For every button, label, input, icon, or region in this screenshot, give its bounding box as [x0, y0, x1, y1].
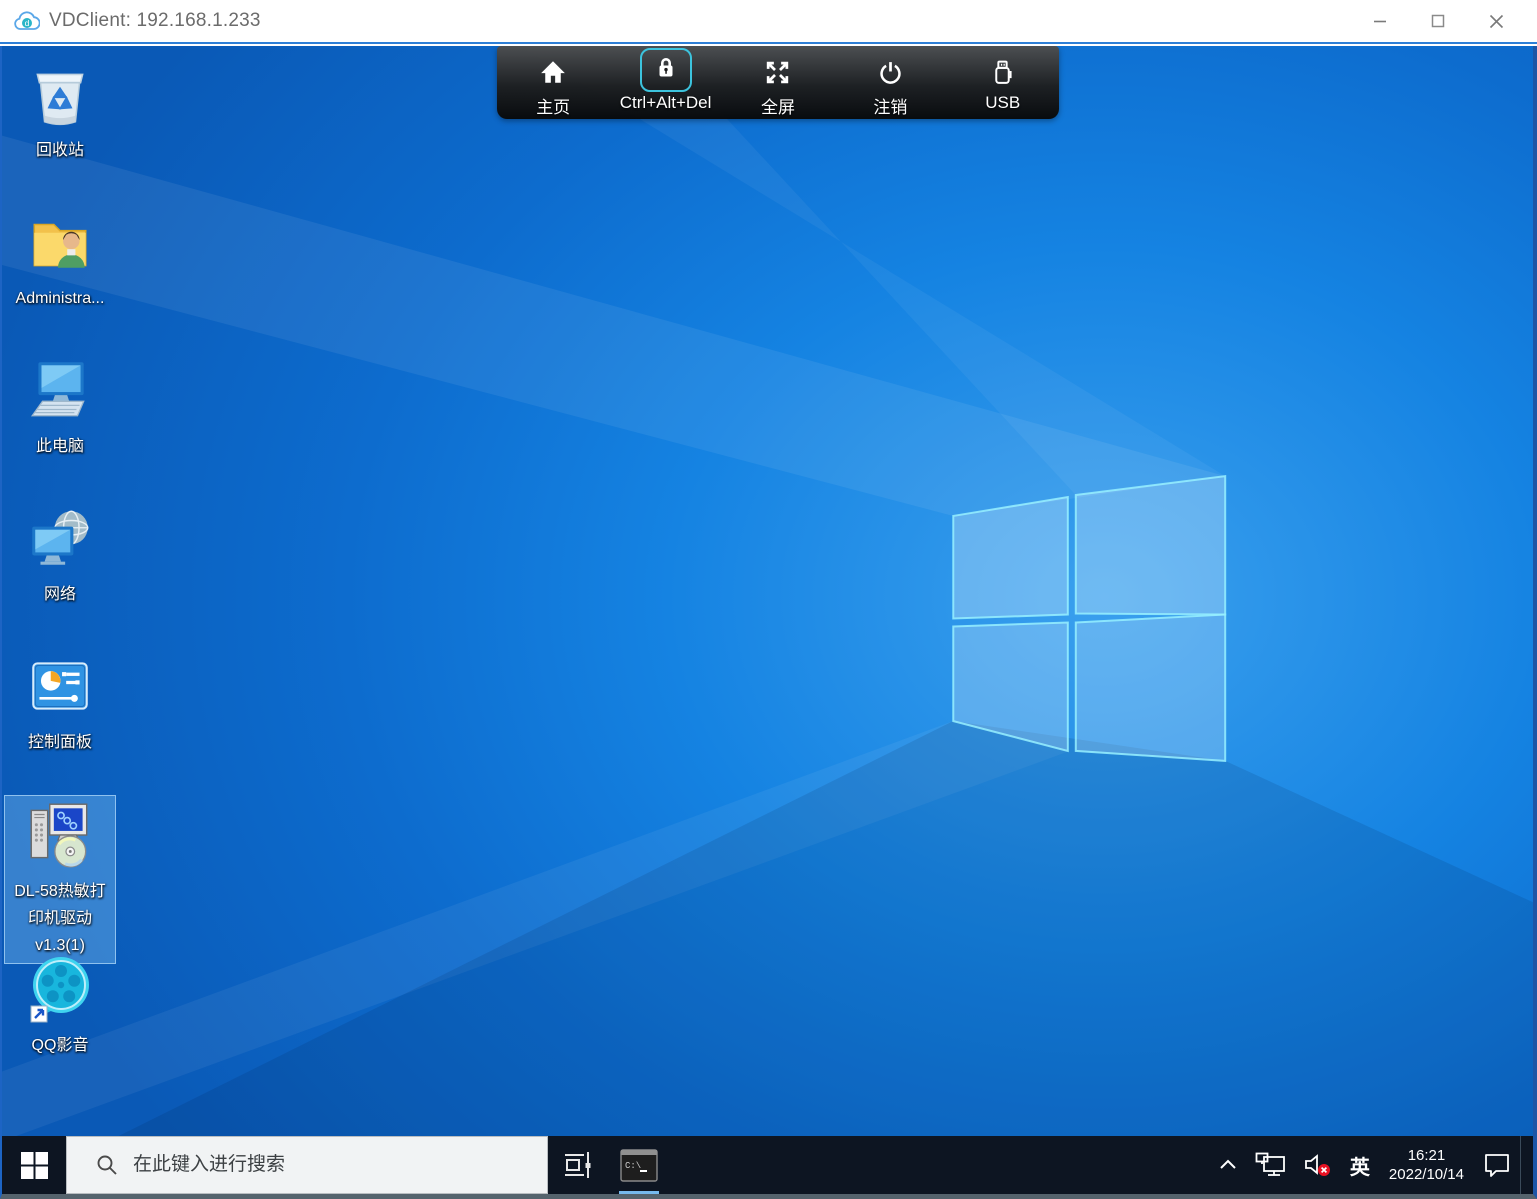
- icon-label-line: 印机驱动: [5, 905, 115, 932]
- close-button[interactable]: [1467, 0, 1525, 42]
- svg-text:C:\: C:\: [625, 1161, 641, 1171]
- action-center-button[interactable]: [1474, 1136, 1520, 1194]
- chevron-up-icon: [1217, 1154, 1239, 1176]
- svg-text:d: d: [25, 18, 30, 28]
- icon-label: 控制面板: [4, 730, 116, 756]
- vdclient-window: d VDClient: 192.168.1.233: [0, 0, 1537, 1199]
- running-app-indicator: [619, 1191, 659, 1194]
- fullscreen-icon: [764, 59, 791, 86]
- window-title: VDClient: 192.168.1.233: [49, 10, 261, 32]
- start-button[interactable]: [2, 1136, 66, 1194]
- network-places-icon: [23, 502, 97, 574]
- logout-button[interactable]: 注销: [838, 46, 942, 119]
- maximize-button[interactable]: [1409, 0, 1467, 42]
- clock-date: 2022/10/14: [1389, 1165, 1464, 1184]
- command-prompt-taskbar-button[interactable]: C:\: [606, 1136, 672, 1194]
- search-icon: [95, 1153, 119, 1177]
- search-input[interactable]: [133, 1154, 513, 1176]
- home-button[interactable]: 主页: [501, 46, 605, 119]
- icon-label: Administra...: [4, 286, 116, 312]
- session-toolbar: 主页 Ctrl+Alt+Del: [497, 46, 1059, 119]
- usb-label: USB: [985, 93, 1020, 113]
- home-label: 主页: [536, 93, 570, 118]
- desktop-icon-dl58-printer-driver[interactable]: DL-58热敏打 印机驱动 v1.3(1): [4, 795, 116, 964]
- lock-icon: [653, 54, 679, 81]
- volume-tray-button[interactable]: [1295, 1136, 1341, 1194]
- network-tray-button[interactable]: [1247, 1136, 1295, 1194]
- qq-player-icon: [23, 951, 97, 1025]
- ctrl-alt-del-button[interactable]: Ctrl+Alt+Del: [614, 46, 718, 119]
- this-pc-icon: [23, 354, 97, 426]
- taskbar-clock[interactable]: 16:21 2022/10/14: [1379, 1136, 1474, 1194]
- volume-muted-icon: [1303, 1151, 1333, 1179]
- task-view-button[interactable]: [548, 1136, 606, 1194]
- icon-label: QQ影音: [4, 1033, 116, 1059]
- power-icon: [877, 59, 904, 86]
- usb-button[interactable]: USB: [951, 46, 1055, 119]
- taskbar-search[interactable]: [66, 1136, 548, 1194]
- minimize-button[interactable]: [1351, 0, 1409, 42]
- recycle-bin-icon: [23, 58, 97, 130]
- desktop-icon-network[interactable]: 网络: [4, 502, 116, 608]
- task-view-icon: [562, 1150, 592, 1180]
- system-tray: 英 16:21 2022/10/14: [1209, 1136, 1533, 1194]
- icon-label: 此电脑: [4, 434, 116, 460]
- fullscreen-button[interactable]: 全屏: [726, 46, 830, 119]
- windows-start-icon: [21, 1152, 48, 1179]
- tray-overflow-button[interactable]: [1209, 1136, 1247, 1194]
- titlebar: d VDClient: 192.168.1.233: [0, 0, 1537, 44]
- desktop-icon-qq-player[interactable]: QQ影音: [4, 951, 116, 1059]
- input-language-indicator[interactable]: 英: [1341, 1136, 1379, 1194]
- focus-ring: [640, 48, 692, 92]
- ctrl-alt-del-label: Ctrl+Alt+Del: [620, 93, 712, 113]
- installer-icon: [22, 798, 98, 870]
- show-desktop-button[interactable]: [1520, 1136, 1527, 1194]
- vdclient-cloud-icon: d: [13, 10, 40, 33]
- action-center-icon: [1482, 1150, 1512, 1180]
- ethernet-network-icon: [1255, 1152, 1287, 1178]
- desktop-icon-recycle-bin[interactable]: 回收站: [4, 58, 116, 164]
- control-panel-icon: [23, 650, 97, 722]
- logout-label: 注销: [873, 93, 907, 118]
- windows-wallpaper: [2, 46, 1533, 1194]
- icon-label: 网络: [4, 582, 116, 608]
- user-folder-icon: [23, 206, 97, 278]
- fullscreen-label: 全屏: [761, 93, 795, 118]
- desktop-icon-administrator[interactable]: Administra...: [4, 206, 116, 312]
- clock-time: 16:21: [1389, 1146, 1464, 1165]
- taskbar: C:\: [2, 1136, 1533, 1194]
- remote-desktop: 主页 Ctrl+Alt+Del: [0, 46, 1537, 1199]
- icon-label-line: DL-58热敏打: [5, 878, 115, 905]
- windows-logo: [953, 476, 1225, 761]
- icon-label: 回收站: [4, 138, 116, 164]
- command-prompt-icon: C:\: [620, 1149, 658, 1182]
- home-icon: [539, 58, 567, 86]
- desktop-icon-this-pc[interactable]: 此电脑: [4, 354, 116, 460]
- desktop-icon-control-panel[interactable]: 控制面板: [4, 650, 116, 756]
- usb-icon: [989, 59, 1016, 86]
